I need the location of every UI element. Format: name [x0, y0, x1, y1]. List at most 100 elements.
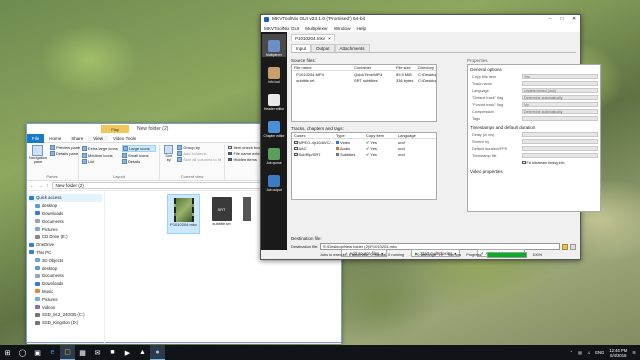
sidebar-item-chapter-editor[interactable]: Chapter editor: [262, 115, 286, 138]
col-container[interactable]: Container: [354, 65, 396, 70]
nav-item-pictures-2[interactable]: Pictures: [29, 295, 102, 303]
col-type[interactable]: Type: [336, 133, 366, 138]
col-file-name[interactable]: File name: [292, 65, 354, 70]
chevron-up-icon[interactable]: ⌃: [570, 350, 574, 355]
nav-item-documents[interactable]: Documents: [29, 217, 102, 225]
browse-folder-icon[interactable]: [562, 243, 568, 250]
table-row[interactable]: SubRip/SRT Subtitles ✔ Yes und: [292, 151, 436, 157]
item-check-boxes-checkbox[interactable]: [228, 145, 232, 150]
clock[interactable]: 12:46 PM 5/4/2018: [609, 348, 627, 358]
nav-item-cd-drive[interactable]: CD Drive (E:): [29, 233, 102, 241]
address-path[interactable]: New folder (2): [51, 182, 275, 189]
nav-item-downloads-2[interactable]: Downloads: [29, 280, 102, 288]
layout-medium-icons[interactable]: Medium icons: [82, 153, 118, 158]
menu-help[interactable]: Help: [357, 26, 367, 31]
col-codec[interactable]: Codec: [292, 133, 336, 138]
group-by-button[interactable]: Group by: [177, 145, 221, 150]
nav-item-3d-objects[interactable]: 3D Objects: [29, 256, 102, 264]
notifications-icon[interactable]: ☰: [632, 350, 636, 355]
language-indicator[interactable]: ENG: [595, 350, 604, 355]
document-tab[interactable]: P1010204.mkv ×: [291, 34, 335, 41]
volume-icon[interactable]: ♫: [587, 350, 590, 355]
layout-large-icons[interactable]: Large icons: [122, 145, 156, 152]
navigation-pane-button[interactable]: Navigation pane: [29, 145, 47, 174]
store-icon[interactable]: ▦: [75, 345, 90, 360]
prop-language[interactable]: Language Undetermined (und): [470, 87, 598, 94]
file-name-extensions-checkbox[interactable]: [228, 151, 232, 156]
nav-item-onedrive[interactable]: OneDrive: [29, 241, 102, 249]
prop-default-track[interactable]: "Default track" flag Determine automatica…: [470, 94, 598, 101]
col-copy-item[interactable]: Copy item: [366, 133, 398, 138]
preview-pane-button[interactable]: Preview pane: [49, 145, 80, 150]
prop-copy-item[interactable]: Copy this item Yes: [470, 73, 598, 80]
file-explorer-icon[interactable]: ▢: [60, 345, 75, 360]
nav-item-music[interactable]: Music: [29, 288, 102, 296]
tab-view[interactable]: View: [88, 135, 108, 141]
prop-timestamp-file[interactable]: Timestamp file: [470, 152, 598, 159]
layout-extra-large-icons[interactable]: Extra large icons: [82, 145, 118, 152]
sidebar-item-info-tool[interactable]: Info tool: [262, 61, 286, 84]
nav-item-desktop[interactable]: desktop: [29, 202, 102, 210]
network-icon[interactable]: ▤: [578, 350, 582, 355]
file-item-mkv[interactable]: P1010204.mkv: [167, 194, 200, 234]
sidebar-item-multiplexer[interactable]: Multiplexer: [262, 34, 286, 57]
menu-multiplexer[interactable]: Multiplexer: [305, 26, 328, 31]
fix-bitstream-option[interactable]: Fix bitstream timing info: [470, 159, 598, 166]
tab-input[interactable]: Input: [291, 43, 312, 52]
tab-file[interactable]: File: [27, 133, 45, 143]
nav-item-pictures[interactable]: Pictures: [29, 225, 102, 233]
search-icon[interactable]: ◯: [15, 345, 30, 360]
nav-item-quick-access[interactable]: Quick access: [29, 194, 102, 202]
davinci-icon[interactable]: ▲: [135, 345, 150, 360]
nav-item-videos[interactable]: Videos: [29, 303, 102, 311]
col-file-size[interactable]: File size: [396, 65, 418, 70]
prop-tags[interactable]: Tags: [470, 115, 598, 122]
prop-track-name[interactable]: Track name: [470, 80, 598, 87]
layout-details[interactable]: Details: [122, 159, 156, 164]
sidebar-item-job-queue[interactable]: Job queue: [262, 142, 286, 165]
contextual-tab-play[interactable]: Play: [101, 125, 129, 133]
start-button[interactable]: ⊞: [0, 345, 15, 360]
app-icon[interactable]: ■: [105, 345, 120, 360]
clear-destination-icon[interactable]: [570, 243, 576, 250]
fix-bitstream-checkbox[interactable]: [522, 160, 526, 165]
hidden-items-checkbox[interactable]: [228, 157, 232, 162]
prop-default-duration[interactable]: Default duration/FPS: [470, 145, 598, 152]
add-columns-button[interactable]: Add columns: [177, 151, 221, 156]
table-row[interactable]: subtitle.srt SRT subtitles 336 bytes C:\…: [292, 77, 436, 83]
tab-home[interactable]: Home: [44, 136, 66, 141]
nav-item-this-pc[interactable]: This PC: [29, 249, 102, 257]
col-directory[interactable]: Directory: [418, 65, 436, 70]
task-view-icon[interactable]: ▣: [30, 345, 45, 360]
up-arrow-icon[interactable]: ↑: [46, 183, 49, 189]
file-item-partial[interactable]: [243, 194, 251, 234]
forward-arrow-icon[interactable]: →: [38, 183, 43, 189]
prop-stretch[interactable]: Stretch by: [470, 138, 598, 145]
menu-mkvtoolnix[interactable]: MKVToolNix GUI: [264, 26, 299, 31]
layout-small-icons[interactable]: Small icons: [122, 153, 156, 158]
close-tab-icon[interactable]: ×: [328, 36, 331, 41]
sidebar-item-job-output[interactable]: Job output: [262, 169, 286, 192]
col-language[interactable]: Language: [398, 133, 436, 138]
nav-item-documents-2[interactable]: Documents: [29, 272, 102, 280]
mkvtoolnix-icon[interactable]: ●: [150, 345, 165, 360]
nav-item-desktop-2[interactable]: desktop: [29, 264, 102, 272]
close-icon[interactable]: ✕: [568, 17, 580, 22]
back-arrow-icon[interactable]: ←: [30, 183, 35, 189]
details-pane-button[interactable]: Details pane: [49, 151, 80, 156]
tab-share[interactable]: Share: [66, 136, 88, 141]
prop-delay[interactable]: Delay (in ms): [470, 131, 598, 138]
tab-output[interactable]: Output: [311, 43, 335, 52]
table-row[interactable]: P1010204.MP4 QuickTime/MP4 89.9 MiB C:\D…: [292, 71, 436, 77]
file-item-srt[interactable]: SRT subtitle.srt: [205, 194, 238, 234]
menu-window[interactable]: Window: [334, 26, 351, 31]
mail-icon[interactable]: ✉: [90, 345, 105, 360]
table-row[interactable]: AAC Audio ✔ Yes und: [292, 145, 436, 151]
tab-attachments[interactable]: Attachments: [334, 43, 370, 52]
size-columns-button[interactable]: Size all columns to fit: [177, 157, 221, 162]
media-app-icon[interactable]: ▶: [120, 345, 135, 360]
prop-forced-track[interactable]: "Forced track" flag No: [470, 101, 598, 108]
track-checkbox[interactable]: [294, 152, 298, 157]
track-checkbox[interactable]: [294, 140, 298, 145]
edge-browser-icon[interactable]: e: [45, 345, 60, 360]
